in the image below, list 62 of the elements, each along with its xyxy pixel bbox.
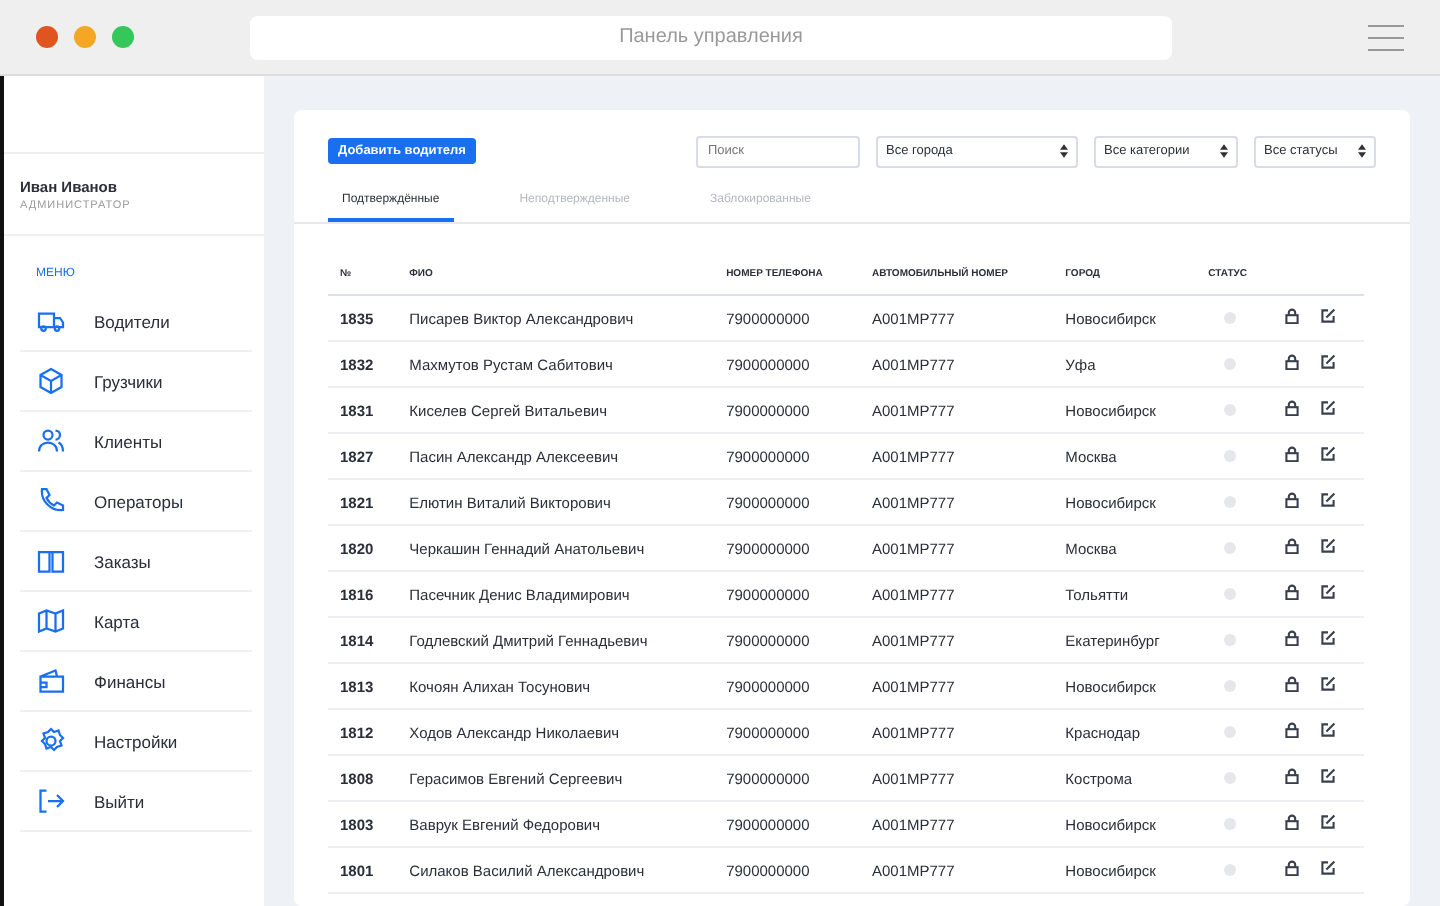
- status-dot: [1224, 725, 1237, 737]
- box-icon: [36, 366, 66, 396]
- edit-icon[interactable]: [1320, 768, 1337, 784]
- sidebar-item[interactable]: Операторы: [20, 472, 252, 532]
- edit-icon[interactable]: [1320, 354, 1337, 370]
- sidebar-item[interactable]: Настройки: [20, 712, 252, 772]
- map-icon: [36, 606, 66, 636]
- lock-icon[interactable]: [1284, 400, 1301, 416]
- status-dot: [1224, 357, 1237, 369]
- lock-icon[interactable]: [1284, 538, 1301, 554]
- sidebar-item[interactable]: Карта: [20, 592, 252, 652]
- lock-icon[interactable]: [1284, 676, 1301, 692]
- logout-icon: [36, 786, 66, 816]
- lock-icon[interactable]: [1284, 584, 1301, 600]
- status-dot: [1224, 633, 1237, 645]
- edit-icon[interactable]: [1320, 860, 1337, 876]
- edit-icon[interactable]: [1320, 584, 1337, 600]
- edit-icon[interactable]: [1320, 814, 1337, 830]
- edit-icon[interactable]: [1320, 446, 1337, 462]
- sidebar-item[interactable]: Выйти: [20, 772, 252, 832]
- status-dot: [1224, 817, 1237, 829]
- edit-icon[interactable]: [1320, 630, 1337, 646]
- sidebar-item[interactable]: Финансы: [20, 652, 252, 712]
- lock-icon[interactable]: [1284, 722, 1301, 738]
- lock-icon[interactable]: [1284, 768, 1301, 784]
- wallet-icon: [36, 666, 66, 696]
- book-icon: [36, 546, 66, 576]
- lock-icon[interactable]: [1284, 354, 1301, 370]
- status-dot: [1224, 449, 1237, 461]
- sidebar-item[interactable]: Грузчики: [20, 352, 252, 412]
- sort-arrows-icon: [1060, 144, 1068, 158]
- status-dot: [1224, 541, 1237, 553]
- lock-icon[interactable]: [1284, 492, 1301, 508]
- status-dot: [1224, 679, 1237, 691]
- sidebar-item[interactable]: Водители: [20, 292, 252, 352]
- status-dot: [1224, 863, 1237, 875]
- lock-icon[interactable]: [1284, 630, 1301, 646]
- lock-icon[interactable]: [1284, 308, 1301, 324]
- truck-icon: [36, 306, 66, 336]
- sort-arrows-icon: [1358, 144, 1366, 158]
- edit-icon[interactable]: [1320, 722, 1337, 738]
- users-icon: [36, 426, 66, 456]
- window-title: Панель управления: [250, 15, 1172, 59]
- lock-icon[interactable]: [1284, 446, 1301, 462]
- status-dot: [1224, 311, 1237, 323]
- lock-icon[interactable]: [1284, 814, 1301, 830]
- sidebar-item[interactable]: Клиенты: [20, 412, 252, 472]
- status-dot: [1224, 771, 1237, 783]
- edit-icon[interactable]: [1320, 308, 1337, 324]
- close-icon[interactable]: [36, 26, 58, 48]
- sort-arrows-icon: [1220, 144, 1228, 158]
- lock-icon[interactable]: [1284, 860, 1301, 876]
- status-dot: [1224, 403, 1237, 415]
- edit-icon[interactable]: [1320, 538, 1337, 554]
- edit-icon[interactable]: [1320, 676, 1337, 692]
- status-dot: [1224, 587, 1237, 599]
- sidebar-item[interactable]: Заказы: [20, 532, 252, 592]
- edit-icon[interactable]: [1320, 400, 1337, 416]
- settings-icon: [36, 726, 66, 756]
- edit-icon[interactable]: [1320, 492, 1337, 508]
- status-dot: [1224, 495, 1237, 507]
- phone-icon: [36, 486, 66, 516]
